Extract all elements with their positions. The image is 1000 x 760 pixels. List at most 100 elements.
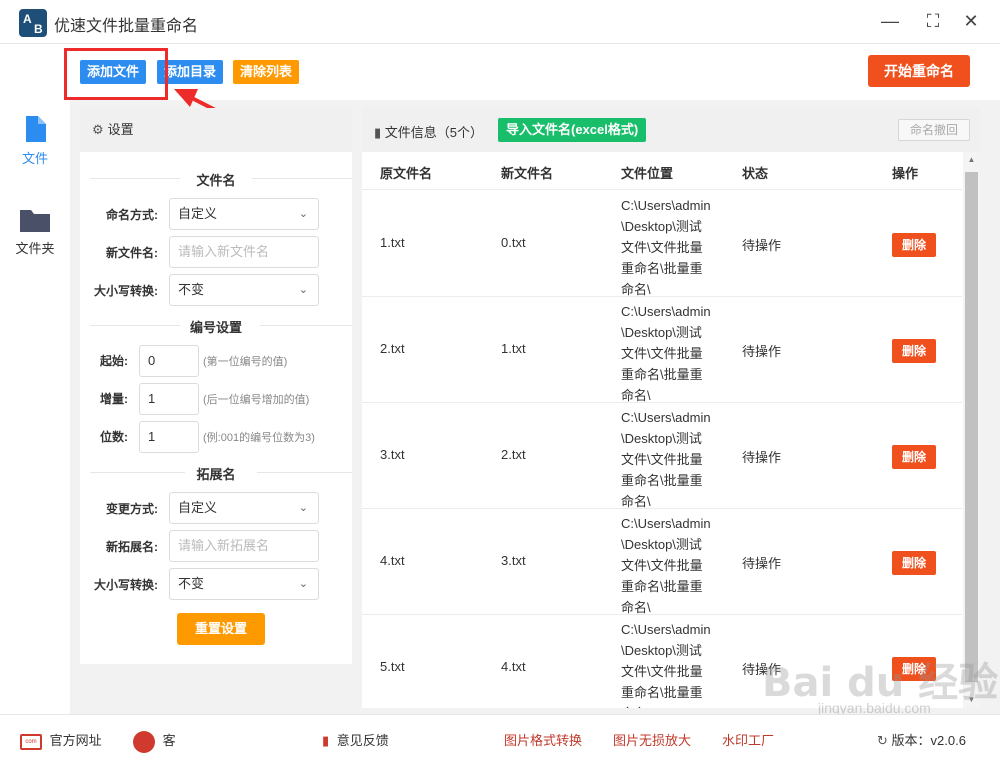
delete-button[interactable]: 删除 xyxy=(892,233,936,257)
step-input[interactable]: 1 xyxy=(139,383,199,415)
digits-input[interactable]: 1 xyxy=(139,421,199,453)
delete-button[interactable]: 删除 xyxy=(892,551,936,575)
numbering-section-title: 编号设置 xyxy=(189,320,242,335)
row-new-name: 4.txt xyxy=(501,659,526,674)
row-location: C:\Users\admin\Desktop\测试文件\文件批量重命名\批量重命… xyxy=(621,198,711,297)
ext-mode-label: 变更方式: xyxy=(106,502,158,516)
ext-section-title: 拓展名 xyxy=(196,467,236,482)
img-convert-link[interactable]: 图片格式转换 xyxy=(504,730,582,749)
chevron-down-icon: ⌄ xyxy=(298,284,308,296)
case-value: 不变 xyxy=(178,282,205,297)
footer: com 官方网址 客 ▮ 意见反馈 图片格式转换 图片无损放大 水印工厂 ↻ 版… xyxy=(0,714,1000,760)
undo-rename-button[interactable]: 命名撤回 xyxy=(898,119,970,141)
folder-icon xyxy=(20,210,50,232)
file-panel: ▮ 文件信息（5个） 导入文件名(excel格式) 命名撤回 原文件名 新文件名… xyxy=(362,108,980,708)
website-link[interactable]: com 官方网址 xyxy=(20,730,102,750)
case-select[interactable]: 不变 ⌄ xyxy=(169,274,319,306)
minimize-button[interactable]: — xyxy=(879,10,901,32)
title-bar: A B 优速文件批量重命名 — ⛶ ✕ xyxy=(0,0,1000,44)
headset-icon xyxy=(133,730,155,753)
naming-mode-label: 命名方式: xyxy=(106,208,158,222)
nav-item-folder[interactable]: 文件夹 xyxy=(0,208,70,257)
support-redacted xyxy=(179,733,300,750)
version-label: 版本：v2.0.6 xyxy=(891,733,966,748)
chevron-down-icon: ⌄ xyxy=(298,208,308,220)
start-hint: (第一位编号的值) xyxy=(203,356,288,368)
filename-section-title: 文件名 xyxy=(196,173,236,188)
settings-title: 设置 xyxy=(107,122,134,137)
divider xyxy=(90,472,185,473)
step-label: 增量: xyxy=(100,392,128,406)
annotation-highlight-box xyxy=(64,48,168,100)
close-button[interactable]: ✕ xyxy=(960,10,982,32)
logo-letter-a: A xyxy=(23,12,32,26)
vertical-scrollbar[interactable]: ▲ ▼ xyxy=(963,152,980,708)
import-excel-button[interactable]: 导入文件名(excel格式) xyxy=(498,118,647,142)
maximize-button[interactable]: ⛶ xyxy=(922,10,944,32)
row-new-name: 0.txt xyxy=(501,235,526,250)
start-label: 起始: xyxy=(100,354,128,368)
refresh-icon: ↻ xyxy=(877,733,888,748)
reset-settings-button[interactable]: 重置设置 xyxy=(177,613,265,645)
scrollbar-thumb[interactable] xyxy=(965,172,978,682)
row-new-name: 2.txt xyxy=(501,447,526,462)
row-original-name: 2.txt xyxy=(380,341,405,356)
row-status: 待操作 xyxy=(742,450,782,465)
table-body: 1.txt 0.txt C:\Users\admin\Desktop\测试文件\… xyxy=(362,191,962,708)
delete-button[interactable]: 删除 xyxy=(892,339,936,363)
naming-mode-select[interactable]: 自定义 ⌄ xyxy=(169,198,319,230)
logo-letter-b: B xyxy=(34,22,43,36)
website-icon: com xyxy=(20,733,42,750)
row-original-name: 3.txt xyxy=(380,447,405,462)
table-row[interactable]: 2.txt 1.txt C:\Users\admin\Desktop\测试文件\… xyxy=(362,297,962,403)
scroll-up-icon[interactable]: ▲ xyxy=(963,152,980,168)
row-original-name: 4.txt xyxy=(380,553,405,568)
file-panel-title: ▮ 文件信息（5个） xyxy=(374,122,483,141)
col-actions: 操作 xyxy=(892,166,919,181)
divider xyxy=(252,178,352,179)
file-icon xyxy=(26,116,46,142)
new-ext-input[interactable]: 请输入新拓展名 xyxy=(169,530,319,562)
ext-case-value: 不变 xyxy=(178,576,205,591)
table-row[interactable]: 1.txt 0.txt C:\Users\admin\Desktop\测试文件\… xyxy=(362,191,962,297)
row-location: C:\Users\admin\Desktop\测试文件\文件批量重命名\批量重命… xyxy=(621,410,711,509)
digits-label: 位数: xyxy=(100,430,128,444)
app-logo-icon: A B xyxy=(19,9,47,37)
watermark-tool-link[interactable]: 水印工厂 xyxy=(722,730,774,749)
support-link[interactable]: 客 xyxy=(133,730,300,753)
row-status: 待操作 xyxy=(742,344,782,359)
ext-case-select[interactable]: 不变 ⌄ xyxy=(169,568,319,600)
support-label: 客 xyxy=(162,733,176,748)
row-location: C:\Users\admin\Desktop\测试文件\文件批量重命名\批量重命… xyxy=(621,516,711,615)
left-nav: 文件 文件夹 xyxy=(0,100,70,714)
document-icon: ▮ xyxy=(374,125,382,140)
nav-folder-label: 文件夹 xyxy=(15,241,55,256)
col-original-name: 原文件名 xyxy=(380,166,433,181)
ext-mode-select[interactable]: 自定义 ⌄ xyxy=(169,492,319,524)
delete-button[interactable]: 删除 xyxy=(892,445,936,469)
gear-icon: ⚙ xyxy=(92,122,104,137)
table-row[interactable]: 4.txt 3.txt C:\Users\admin\Desktop\测试文件\… xyxy=(362,509,962,615)
clear-list-button[interactable]: 清除列表 xyxy=(233,60,300,84)
settings-header: ⚙ 设置 xyxy=(80,108,352,152)
table-row[interactable]: 3.txt 2.txt C:\Users\admin\Desktop\测试文件\… xyxy=(362,403,962,509)
new-name-input[interactable]: 请输入新文件名 xyxy=(169,236,319,268)
row-original-name: 1.txt xyxy=(380,235,405,250)
start-rename-button[interactable]: 开始重命名 xyxy=(868,55,970,87)
col-status: 状态 xyxy=(742,166,769,181)
divider xyxy=(90,325,180,326)
version-info: ↻ 版本：v2.0.6 xyxy=(877,730,966,749)
start-input[interactable]: 0 xyxy=(139,345,199,377)
ext-case-label: 大小写转换: xyxy=(94,578,158,592)
col-new-name: 新文件名 xyxy=(501,166,554,181)
file-count-label: 文件信息（5个） xyxy=(384,125,484,140)
table-header: 原文件名 新文件名 文件位置 状态 操作 xyxy=(362,152,962,190)
nav-item-files[interactable]: 文件 xyxy=(0,116,70,167)
divider xyxy=(257,472,352,473)
row-new-name: 3.txt xyxy=(501,553,526,568)
case-label: 大小写转换: xyxy=(94,284,158,298)
feedback-link[interactable]: ▮ 意见反馈 xyxy=(322,730,389,749)
naming-mode-value: 自定义 xyxy=(178,206,218,221)
img-enlarge-link[interactable]: 图片无损放大 xyxy=(613,730,691,749)
row-original-name: 5.txt xyxy=(380,659,405,674)
